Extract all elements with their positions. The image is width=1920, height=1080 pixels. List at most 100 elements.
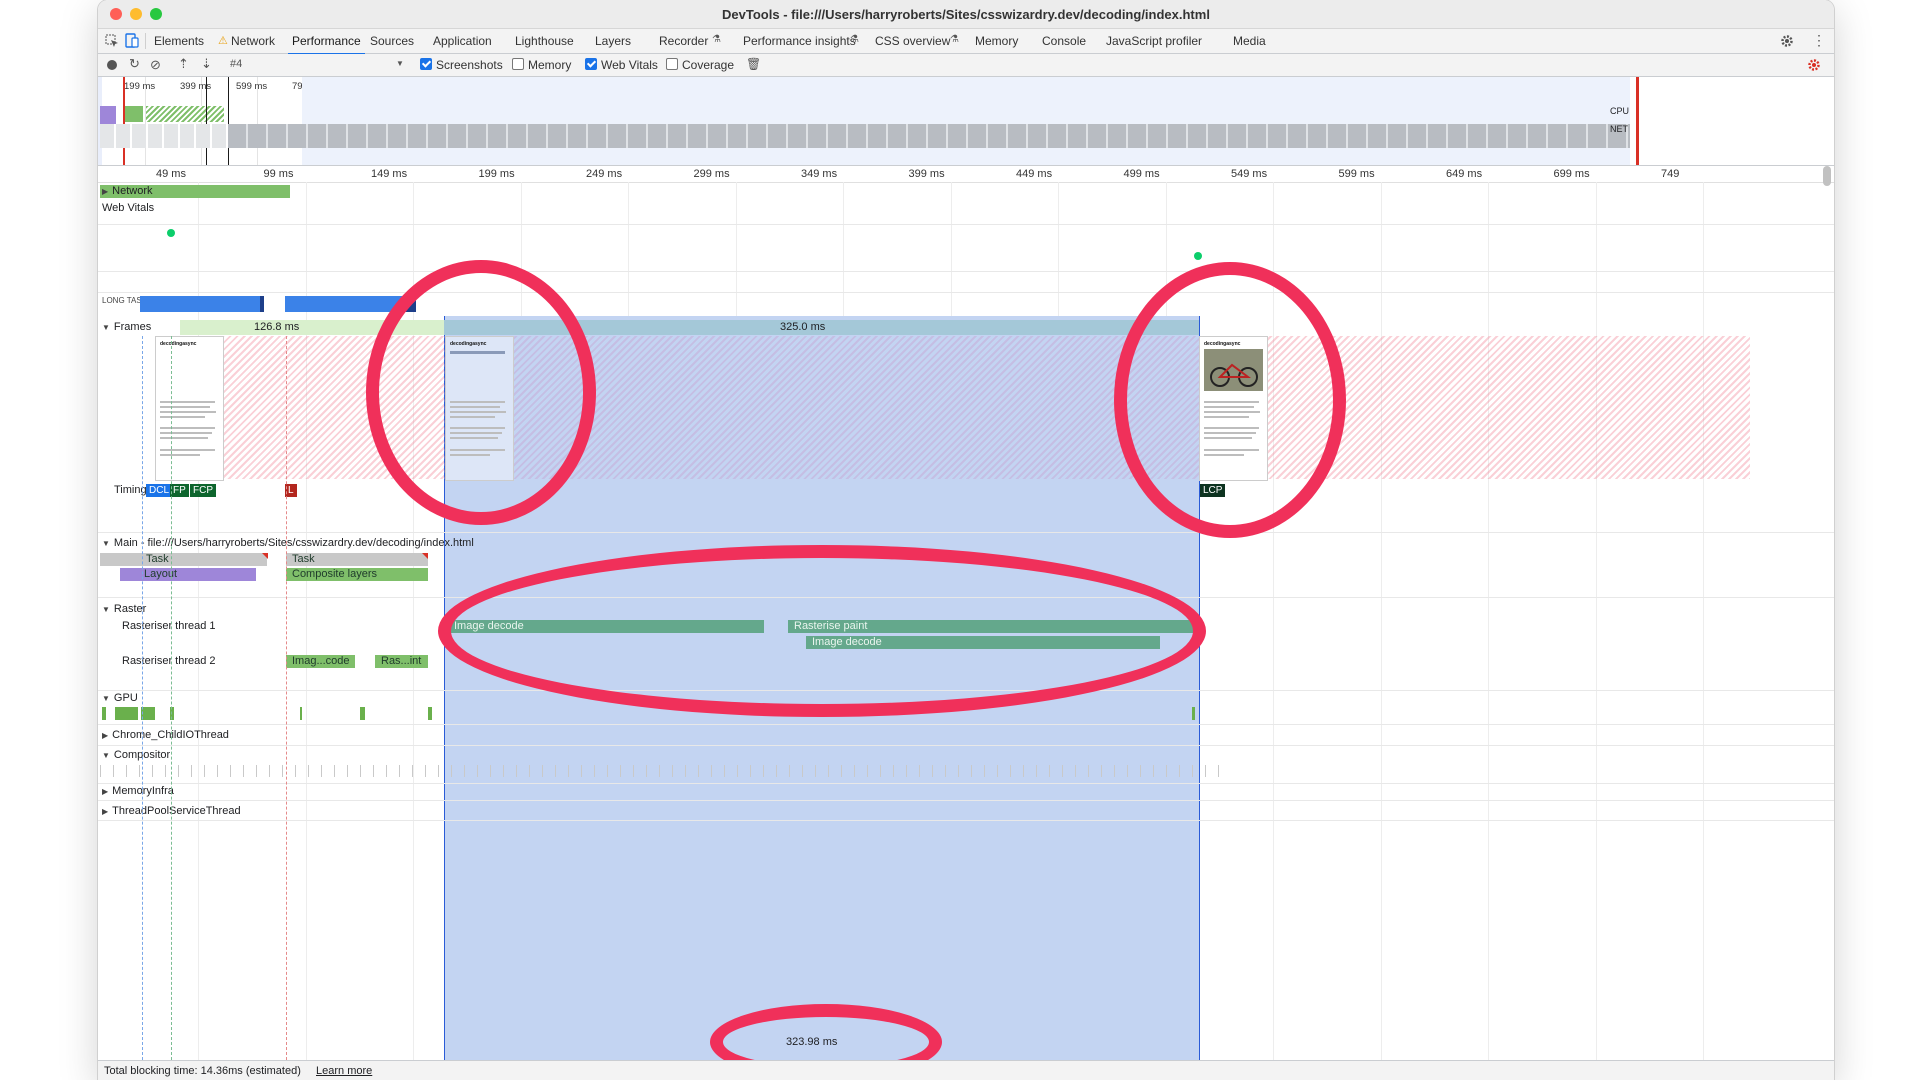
gpu-task[interactable] bbox=[115, 707, 138, 720]
learn-more-link[interactable]: Learn more bbox=[316, 1065, 372, 1077]
timing-marker-fp[interactable]: FP bbox=[170, 484, 189, 497]
raster-image-decode-short[interactable]: Imag...code bbox=[286, 655, 355, 668]
ruler-tick-label: 449 ms bbox=[1016, 168, 1053, 180]
timing-marker-dcl[interactable]: DCL bbox=[146, 484, 173, 497]
coverage-checkbox[interactable]: Coverage bbox=[666, 58, 734, 72]
tab-application[interactable]: Application bbox=[433, 34, 492, 48]
main-composite-layers[interactable]: Composite layers bbox=[286, 568, 428, 581]
ruler-tick-label: 749 bbox=[1661, 168, 1680, 180]
timing-marker-fcp[interactable]: FCP bbox=[190, 484, 216, 497]
timeline-overview[interactable]: 199 ms399 ms599 ms79ms999 ms1199 ms1399 … bbox=[98, 77, 1834, 166]
reload-record-icon[interactable]: ↻ bbox=[129, 56, 140, 72]
tab-memory[interactable]: Memory bbox=[975, 34, 1018, 48]
device-toolbar-icon[interactable] bbox=[125, 33, 139, 49]
divider bbox=[145, 33, 146, 49]
more-menu-icon[interactable]: ⋮ bbox=[1812, 32, 1826, 49]
settings-gear-icon[interactable] bbox=[1780, 34, 1794, 48]
status-bar: Total blocking time: 14.36ms (estimated)… bbox=[98, 1060, 1834, 1080]
cpu-layout-activity bbox=[100, 106, 116, 126]
raster-rasterise-short[interactable]: Ras...int bbox=[375, 655, 428, 668]
download-profile-icon[interactable]: ⇣ bbox=[201, 56, 212, 72]
ruler-tick-label: 549 ms bbox=[1231, 168, 1268, 180]
timeline-gridline bbox=[1380, 182, 1382, 1060]
tab-network[interactable]: Network bbox=[231, 34, 275, 48]
timeline-scrollbar[interactable] bbox=[1823, 166, 1831, 186]
ruler-tick-label: 699 ms bbox=[1553, 168, 1590, 180]
tab-javascript-profiler[interactable]: JavaScript profiler bbox=[1106, 34, 1202, 48]
timeline-gridline bbox=[305, 182, 307, 1060]
tab-recorder[interactable]: Recorder bbox=[659, 34, 708, 48]
gpu-task[interactable] bbox=[141, 707, 155, 720]
overview-selection bbox=[228, 77, 302, 165]
ruler-tick-label: 299 ms bbox=[693, 168, 730, 180]
timeline-gridline bbox=[1488, 182, 1489, 1060]
net-label: NET bbox=[1610, 124, 1628, 134]
time-ruler: 49 ms 99 ms 149 ms 199 ms 249 ms 299 ms 349 ms… bbox=[98, 166, 1834, 183]
tab-console[interactable]: Console bbox=[1042, 34, 1086, 48]
frames-track-label[interactable]: ▼ Frames bbox=[102, 321, 151, 333]
experiment-flask-icon: ⚗ bbox=[950, 34, 959, 45]
ruler-tick-label: 349 ms bbox=[801, 168, 838, 180]
experiment-flask-icon: ⚗ bbox=[712, 34, 721, 45]
ruler-tick-label: 99 ms bbox=[263, 168, 294, 180]
record-icon[interactable] bbox=[107, 60, 117, 70]
overview-screenshots-strip bbox=[228, 124, 1630, 148]
gpu-task[interactable] bbox=[300, 707, 302, 720]
annotation-circle-lcp bbox=[1114, 262, 1346, 538]
web-vitals-checkbox[interactable]: Web Vitals bbox=[585, 58, 658, 72]
frame-1-duration: 126.8 ms bbox=[254, 321, 300, 333]
gpu-task[interactable] bbox=[428, 707, 432, 720]
web-vital-marker-lcp[interactable] bbox=[1194, 252, 1202, 260]
overview-window-handle[interactable] bbox=[206, 77, 207, 165]
clear-icon[interactable]: ⊘ bbox=[150, 57, 161, 73]
gpu-track-label[interactable]: ▼ GPU bbox=[102, 692, 138, 704]
recording-select[interactable]: #4 bbox=[230, 58, 242, 70]
main-task-2[interactable]: Task bbox=[286, 553, 428, 566]
trash-icon[interactable]: 🗑 bbox=[746, 57, 761, 71]
raster-track-label[interactable]: ▼ Raster bbox=[102, 603, 146, 615]
main-task-1[interactable]: Task bbox=[100, 553, 267, 566]
upload-profile-icon[interactable]: ⇡ bbox=[178, 56, 189, 72]
memory-infra-track-label[interactable]: ▶ MemoryInfra bbox=[102, 785, 174, 797]
tab-media[interactable]: Media bbox=[1233, 34, 1266, 48]
ruler-tick-label: 249 ms bbox=[586, 168, 623, 180]
cpu-paint-activity bbox=[123, 106, 143, 122]
gpu-task[interactable] bbox=[102, 707, 106, 720]
main-thread-track-label[interactable]: ▼ Main - file:///Users/harryroberts/Sites… bbox=[102, 537, 474, 549]
devtools-window: DevTools - file:///Users/harryroberts/Si… bbox=[98, 0, 1834, 1080]
tab-lighthouse[interactable]: Lighthouse bbox=[515, 34, 574, 48]
task-warning-flag bbox=[422, 553, 428, 559]
performance-toolbar: ↻ ⊘ ⇡ ⇣ #4 ▼ Screenshots Memory Web Vita… bbox=[98, 54, 1834, 77]
overview-end-marker bbox=[1636, 77, 1639, 165]
tab-performance-insights[interactable]: Performance insights bbox=[743, 34, 856, 48]
cpu-idle-hatch bbox=[146, 106, 224, 122]
ruler-tick-label: 49 ms bbox=[156, 168, 186, 180]
tab-layers[interactable]: Layers bbox=[595, 34, 631, 48]
network-track-label[interactable]: ▶ Network bbox=[102, 185, 153, 197]
screenshots-checkbox[interactable]: Screenshots bbox=[420, 58, 503, 72]
web-vital-marker[interactable] bbox=[167, 229, 175, 237]
child-io-thread-track-label[interactable]: ▶ Chrome_ChildIOThread bbox=[102, 729, 229, 741]
frame-2-duration: 325.0 ms bbox=[780, 321, 826, 333]
overview-red-marker bbox=[123, 77, 125, 165]
ruler-tick-label: 649 ms bbox=[1446, 168, 1483, 180]
frame-screenshot-1[interactable]: decodingasync bbox=[155, 336, 224, 481]
tab-sources[interactable]: Sources bbox=[370, 34, 414, 48]
annotation-circle-frame-start bbox=[366, 260, 596, 525]
long-task-bar-1[interactable] bbox=[140, 296, 264, 312]
tab-elements[interactable]: Elements bbox=[154, 34, 204, 48]
tab-css-overview[interactable]: CSS overview bbox=[875, 34, 950, 48]
gpu-task[interactable] bbox=[360, 707, 365, 720]
compositor-tasks bbox=[100, 765, 1220, 777]
tab-performance[interactable]: Performance bbox=[288, 34, 365, 55]
overview-tick-label: 199 ms bbox=[124, 81, 156, 92]
capture-settings-gear-icon[interactable] bbox=[1807, 58, 1821, 72]
inspect-element-icon[interactable] bbox=[105, 34, 119, 48]
main-layout[interactable]: Layout bbox=[120, 568, 256, 581]
memory-checkbox[interactable]: Memory bbox=[512, 58, 571, 72]
timeline-gridline bbox=[1595, 182, 1597, 1060]
compositor-track-label[interactable]: ▼ Compositor bbox=[102, 749, 170, 761]
gpu-task[interactable] bbox=[1192, 707, 1195, 720]
chevron-down-icon[interactable]: ▼ bbox=[396, 59, 404, 68]
total-blocking-time: Total blocking time: 14.36ms (estimated) bbox=[104, 1065, 301, 1077]
